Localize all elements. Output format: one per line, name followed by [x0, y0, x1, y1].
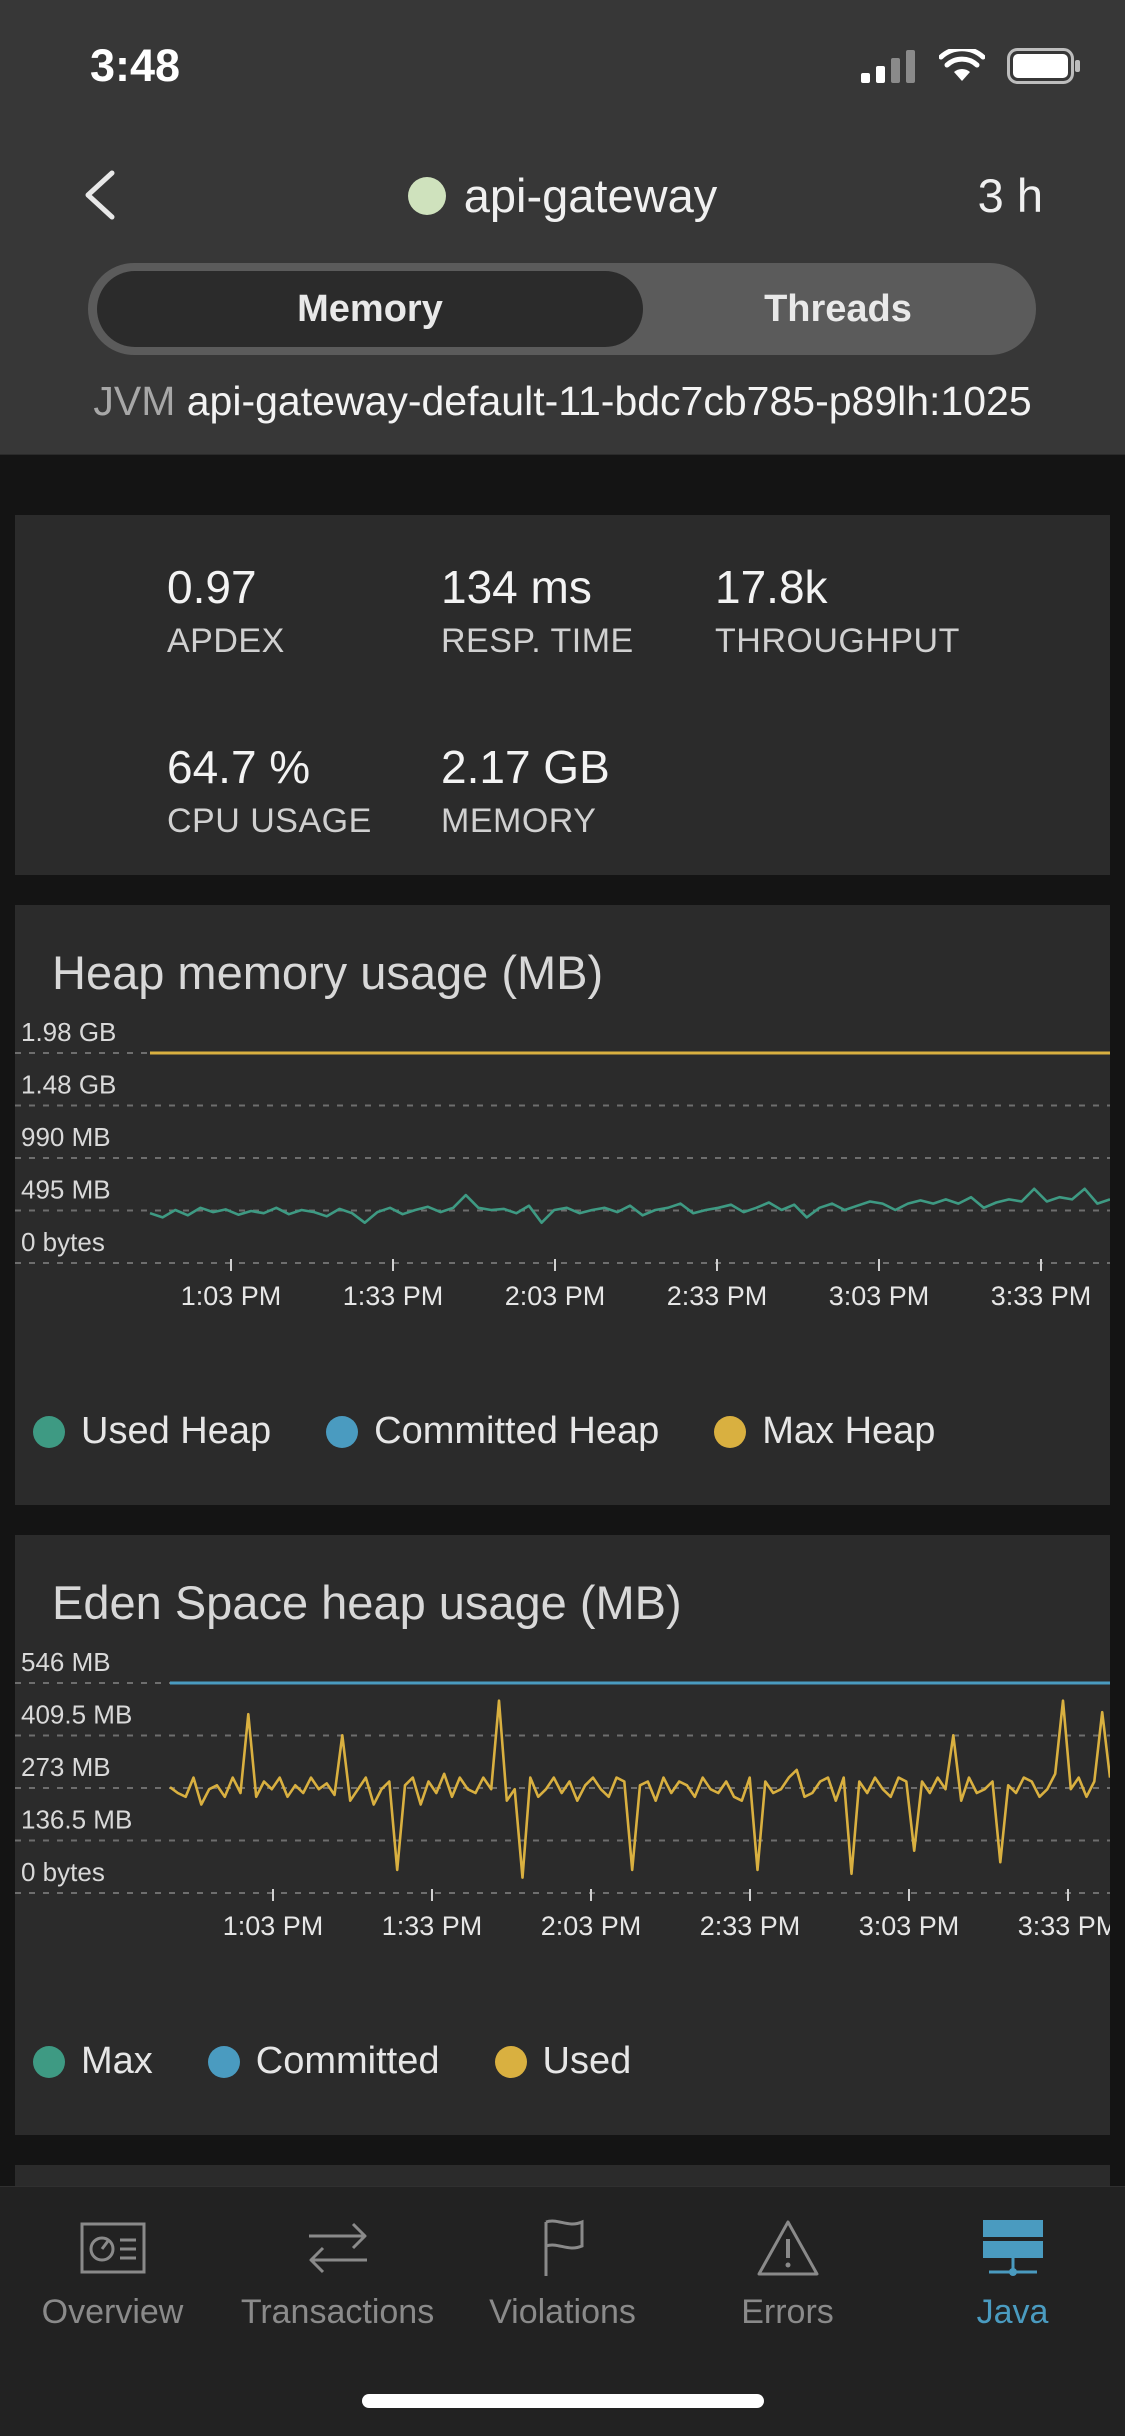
legend-label: Committed [255, 2040, 440, 2082]
y-tick-label: 1.98 GB [21, 1017, 116, 1047]
metric-value: 17.8k [715, 561, 828, 613]
y-tick-label: 0 bytes [21, 1227, 105, 1257]
heap-memory-chart: 1.98 GB 1.48 GB 990 MB 495 MB 0 bytes 1:03 PM… [15, 1017, 1110, 1311]
chart-legend: Used Heap Committed Heap Max Heap [33, 1410, 990, 1453]
tab-memory[interactable]: Memory [97, 271, 643, 347]
metric-label: RESP. TIME [441, 622, 634, 660]
tab-label: Violations [489, 2293, 636, 2331]
heap-memory-chart-panel: Heap memory usage (MB) 1.98 GB 1.48 GB 990… [15, 905, 1110, 1505]
x-tick-label: 1:03 PM [223, 1911, 324, 1941]
status-time: 3:48 [90, 40, 181, 91]
eden-space-chart: 546 MB 409.5 MB 273 MB 136.5 MB 0 bytes 1:03 … [15, 1647, 1110, 1941]
metric-value: 134 ms [441, 561, 592, 613]
legend-swatch [326, 1415, 359, 1448]
tab-threads[interactable]: Threads [648, 271, 1028, 347]
home-indicator [362, 2394, 764, 2408]
y-tick-label: 495 MB [21, 1175, 111, 1205]
y-tick-label: 990 MB [21, 1122, 111, 1152]
x-tick-label: 3:33 PM [1018, 1911, 1110, 1941]
legend-swatch [33, 2045, 65, 2078]
y-tick-label: 546 MB [21, 1647, 111, 1677]
x-tick-label: 1:03 PM [181, 1281, 282, 1311]
x-tick-label: 1:33 PM [382, 1911, 483, 1941]
flag-icon [544, 2219, 583, 2276]
transfer-arrows-icon [308, 2222, 367, 2274]
metric-value: 0.97 [167, 561, 257, 613]
eden-space-chart-panel: Eden Space heap usage (MB) 546 MB 409.5 M… [15, 1535, 1110, 2135]
metric-label: THROUGHPUT [715, 622, 960, 660]
x-tick-label: 3:33 PM [991, 1281, 1092, 1311]
metric-value: 2.17 GB [441, 741, 610, 793]
app-title: api-gateway [0, 168, 1125, 223]
status-icons [861, 48, 1081, 84]
x-tick-label: 2:33 PM [667, 1281, 768, 1311]
server-stack-icon [982, 2220, 1043, 2276]
tab-transactions[interactable]: Transactions [225, 2213, 450, 2332]
tab-label: Java [976, 2293, 1049, 2331]
series-line-used-heap [149, 1187, 1110, 1225]
legend-item-used[interactable]: Used [494, 2040, 632, 2083]
legend-label: Max Heap [762, 1410, 936, 1452]
jvm-prefix: JVM [93, 378, 176, 424]
wifi-icon [939, 49, 985, 81]
y-tick-label: 0 bytes [21, 1857, 105, 1887]
x-tick-label: 2:03 PM [541, 1911, 642, 1941]
x-tick-label: 3:03 PM [859, 1911, 960, 1941]
legend-label: Used [542, 2040, 632, 2082]
metric-cpu-usage: 64.7 % CPU USAGE [167, 740, 372, 841]
app-name: api-gateway [463, 169, 718, 222]
metric-value: 64.7 % [167, 741, 311, 793]
legend-item-committed[interactable]: Committed [207, 2040, 440, 2083]
legend-label: Max [81, 2040, 153, 2082]
x-tick-label: 1:33 PM [343, 1281, 444, 1311]
metric-response-time: 134 ms RESP. TIME [441, 560, 634, 661]
tab-java[interactable]: Java [900, 2213, 1125, 2332]
metric-label: CPU USAGE [167, 802, 372, 840]
tab-overview[interactable]: Overview [0, 2213, 225, 2332]
legend-item-committed-heap[interactable]: Committed Heap [326, 1410, 659, 1453]
y-tick-label: 273 MB [21, 1752, 111, 1782]
time-range-button[interactable]: 3 h [978, 168, 1043, 223]
view-segmented-control: Memory Threads [88, 263, 1036, 355]
y-tick-label: 409.5 MB [21, 1700, 132, 1730]
legend-swatch [714, 1415, 747, 1448]
tab-label: Errors [741, 2293, 834, 2331]
legend-swatch [207, 2045, 240, 2078]
legend-label: Used Heap [81, 1410, 272, 1452]
battery-icon [1007, 48, 1080, 84]
series-line-used [169, 1699, 1110, 1879]
y-tick-label: 136.5 MB [21, 1805, 132, 1835]
metrics-panel: 0.97 APDEX 134 ms RESP. TIME 17.8k THROU… [15, 515, 1110, 875]
metric-label: MEMORY [441, 802, 597, 840]
metric-apdex: 0.97 APDEX [167, 560, 285, 661]
dashboard-icon [80, 2222, 145, 2274]
x-tick-label: 2:33 PM [700, 1911, 801, 1941]
chart-legend: Max Committed Used [33, 2040, 686, 2083]
health-status-dot [407, 176, 446, 215]
legend-item-used-heap[interactable]: Used Heap [33, 1410, 271, 1453]
metric-label: APDEX [167, 622, 285, 660]
legend-item-max[interactable]: Max [33, 2040, 153, 2083]
legend-swatch [494, 2045, 527, 2078]
x-tick-label: 3:03 PM [829, 1281, 930, 1311]
jvm-name: api-gateway-default-11-bdc7cb785-p89lh:1… [186, 378, 1032, 424]
legend-item-max-heap[interactable]: Max Heap [714, 1410, 935, 1453]
tab-errors[interactable]: Errors [675, 2213, 900, 2332]
legend-label: Committed Heap [374, 1410, 660, 1452]
tab-label: Transactions [240, 2293, 435, 2331]
metric-memory: 2.17 GB MEMORY [441, 740, 610, 841]
y-tick-label: 1.48 GB [21, 1070, 116, 1100]
tab-violations[interactable]: Violations [450, 2213, 675, 2332]
tab-label: Overview [41, 2293, 184, 2331]
warning-triangle-icon [757, 2220, 818, 2276]
metric-throughput: 17.8k THROUGHPUT [715, 560, 960, 661]
jvm-identifier: JVM api-gateway-default-11-bdc7cb785-p89… [0, 378, 1125, 425]
app-header: 3:48 api-gateway 3 h Memory Threads JVM … [0, 0, 1125, 455]
x-tick-label: 2:03 PM [505, 1281, 606, 1311]
cellular-signal-icon [861, 50, 915, 83]
legend-swatch [33, 1415, 65, 1448]
